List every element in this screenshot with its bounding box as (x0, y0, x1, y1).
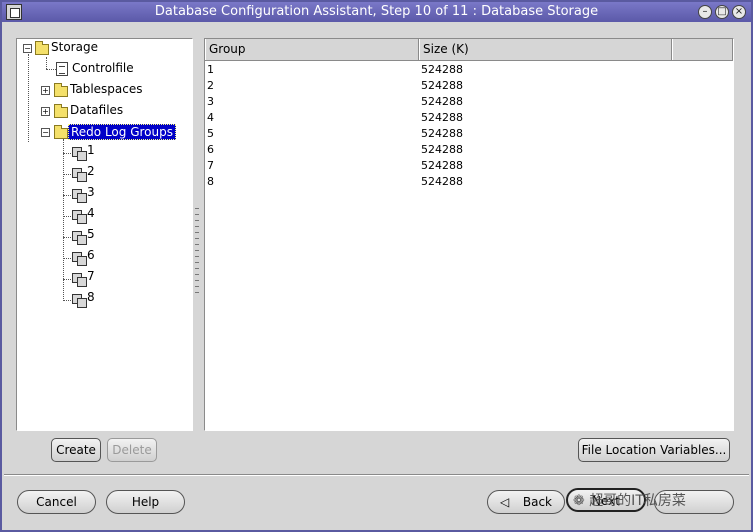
cell-group: 8 (207, 175, 214, 188)
folder-icon (54, 83, 68, 97)
delete-button[interactable]: Delete (107, 438, 157, 462)
back-arrow-icon: ◁ (500, 495, 510, 509)
expand-tablespaces-icon[interactable]: + (41, 86, 50, 95)
redo-log-groups-table[interactable]: Group Size (K) 1 524288 2 524288 3 524288 4 524… (204, 38, 734, 431)
cell-group: 6 (207, 143, 214, 156)
cell-group: 4 (207, 111, 214, 124)
expand-datafiles-icon[interactable]: + (41, 107, 50, 116)
log-group-icon (72, 294, 87, 308)
help-button[interactable]: Help (106, 490, 185, 514)
column-header-filler (672, 39, 733, 60)
table-row[interactable]: 6 524288 (205, 142, 733, 158)
file-location-variables-button[interactable]: File Location Variables... (578, 438, 730, 462)
tree-item-redo-group[interactable]: 6 (87, 248, 95, 262)
cancel-button[interactable]: Cancel (17, 490, 96, 514)
log-group-icon (72, 147, 87, 161)
maximize-icon[interactable]: □ (715, 5, 729, 19)
table-row[interactable]: 1 524288 (205, 62, 733, 78)
cell-size: 524288 (421, 95, 463, 108)
watermark: ❁ 超哥的IT私房菜 (573, 490, 738, 512)
table-row[interactable]: 7 524288 (205, 158, 733, 174)
table-row[interactable]: 3 524288 (205, 94, 733, 110)
log-group-icon (72, 231, 87, 245)
log-group-icon (72, 168, 87, 182)
cell-size: 524288 (421, 111, 463, 124)
cell-group: 5 (207, 127, 214, 140)
window-title: Database Configuration Assistant, Step 1… (154, 4, 599, 19)
log-group-icon (72, 210, 87, 224)
back-button[interactable]: ◁ Back (487, 490, 565, 514)
tree-item-redo-group[interactable]: 1 (87, 143, 95, 157)
cell-group: 3 (207, 95, 214, 108)
close-icon[interactable]: × (732, 5, 746, 19)
log-group-icon (72, 189, 87, 203)
minimize-icon[interactable]: – (698, 5, 712, 19)
controlfile-icon (56, 62, 68, 76)
storage-tree[interactable]: − Storage Controlfile + Tablespaces + Da… (16, 38, 193, 431)
column-header-group[interactable]: Group (205, 39, 419, 60)
tree-item-redo-group[interactable]: 4 (87, 206, 95, 220)
cell-size: 524288 (421, 127, 463, 140)
cell-group: 1 (207, 63, 214, 76)
tree-item-storage[interactable]: Storage (51, 40, 98, 54)
wechat-logo-icon: ❁ (573, 493, 585, 509)
cell-size: 524288 (421, 143, 463, 156)
cell-group: 2 (207, 79, 214, 92)
folder-icon (54, 104, 68, 118)
tree-item-controlfile[interactable]: Controlfile (72, 61, 134, 75)
tree-item-tablespaces[interactable]: Tablespaces (70, 82, 143, 96)
tree-item-redo-group[interactable]: 7 (87, 269, 95, 283)
table-row[interactable]: 2 524288 (205, 78, 733, 94)
cell-size: 524288 (421, 79, 463, 92)
folder-icon (35, 41, 49, 55)
tree-item-redo-group[interactable]: 3 (87, 185, 95, 199)
tree-item-redo-log-groups[interactable]: Redo Log Groups (68, 124, 176, 140)
table-row[interactable]: 8 524288 (205, 174, 733, 190)
pane-splitter[interactable] (195, 205, 199, 295)
collapse-storage-icon[interactable]: − (23, 44, 32, 53)
cell-size: 524288 (421, 159, 463, 172)
tree-item-redo-group[interactable]: 2 (87, 164, 95, 178)
title-bar[interactable]: Database Configuration Assistant, Step 1… (2, 2, 751, 22)
collapse-redo-log-groups-icon[interactable]: − (41, 128, 50, 137)
cell-size: 524288 (421, 63, 463, 76)
cell-size: 524288 (421, 175, 463, 188)
log-group-icon (72, 273, 87, 287)
table-row[interactable]: 4 524288 (205, 110, 733, 126)
divider (4, 474, 749, 476)
watermark-text: 超哥的IT私房菜 (589, 493, 686, 509)
table-row[interactable]: 5 524288 (205, 126, 733, 142)
cell-group: 7 (207, 159, 214, 172)
tree-item-datafiles[interactable]: Datafiles (70, 103, 123, 117)
tree-item-redo-group[interactable]: 8 (87, 290, 95, 304)
tree-item-redo-group[interactable]: 5 (87, 227, 95, 241)
column-header-size[interactable]: Size (K) (419, 39, 672, 60)
create-button[interactable]: Create (51, 438, 101, 462)
table-header: Group Size (K) (205, 39, 733, 61)
log-group-icon (72, 252, 87, 266)
folder-icon (54, 125, 68, 139)
back-button-label: Back (522, 495, 552, 509)
